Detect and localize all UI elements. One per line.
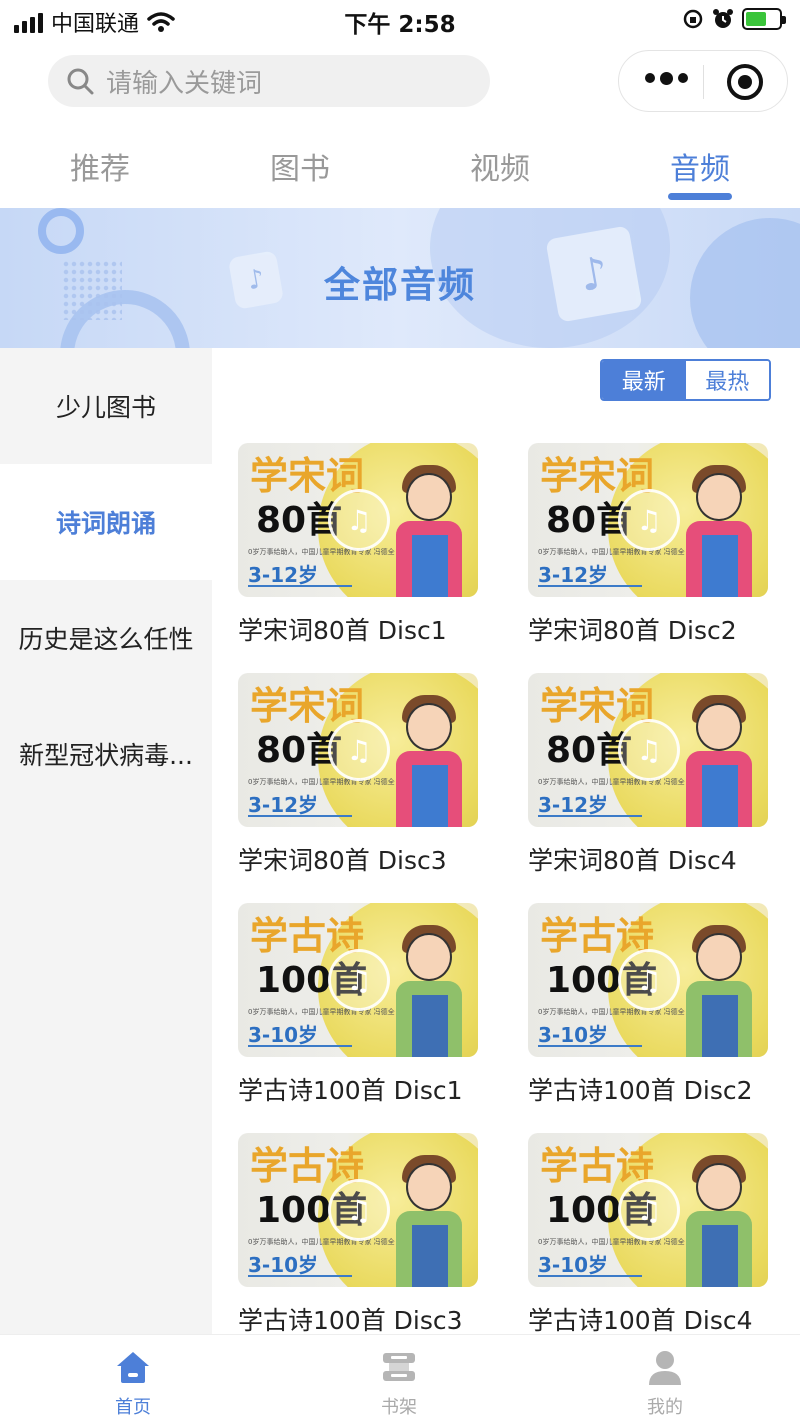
search-placeholder: 请输入关键词 [106,68,263,99]
audio-card[interactable]: 学古诗 100首 0岁万事给助人，中国儿童早期教育专家 冯德全 教授主编 3-10岁 ♫… [528,903,768,1107]
category-sidebar: 少儿图书 诗词朗诵 历史是这么任性 新型冠状病毒... [0,348,212,1334]
cover-illustration [406,473,452,521]
active-tab-indicator [668,193,732,200]
audio-card[interactable]: 学古诗 100首 0岁万事给助人，中国儿童早期教育专家 冯德全 教授主编 3-10岁 ♫… [238,1133,478,1337]
audio-card[interactable]: 学宋词 80首 0岁万事给助人，中国儿童早期教育专家 冯德全 教授主编 3-12岁 ♫ 学… [238,673,478,877]
audio-title[interactable]: 学古诗100首 Disc3 [238,1301,478,1337]
search-input[interactable]: 请输入关键词 [48,55,490,107]
banner-title: 全部音频 [323,265,476,306]
cover-illustration [406,703,452,751]
music-play-icon[interactable]: ♫ [618,489,680,551]
audio-card[interactable]: 学宋词 80首 0岁万事给助人，中国儿童早期教育专家 冯德全 教授主编 3-12岁 ♫ 学… [528,673,768,877]
music-play-icon[interactable]: ♫ [618,1179,680,1241]
cover-age-range: 3-10岁 [538,1253,609,1277]
sidebar-item-poetry-recitation[interactable]: 诗词朗诵 [0,464,212,580]
cover-age-range: 3-12岁 [248,793,319,817]
music-play-icon[interactable]: ♫ [618,719,680,781]
sidebar-item-history[interactable]: 历史是这么任性 [0,580,212,696]
sort-newest-button[interactable]: 最新 [602,361,686,399]
music-play-icon[interactable]: ♫ [618,949,680,1011]
sidebar-item-childrens-books[interactable]: 少儿图书 [0,348,212,464]
audio-card[interactable]: 学古诗 100首 0岁万事给助人，中国儿童早期教育专家 冯德全 教授主编 3-10岁 ♫… [238,903,478,1107]
cover-age-range: 3-12岁 [538,563,609,587]
cover-illustration [696,1163,742,1211]
audio-title[interactable]: 学宋词80首 Disc4 [528,841,768,877]
orientation-lock-icon [683,9,703,29]
tab-recommend[interactable]: 推荐 [0,144,200,188]
audio-cover-image[interactable]: 学古诗 100首 0岁万事给助人，中国儿童早期教育专家 冯德全 教授主编 3-10岁 ♫ [528,903,768,1057]
cover-illustration [406,1163,452,1211]
nav-home[interactable]: 首页 [0,1335,266,1422]
bookshelf-icon [383,1353,415,1381]
cover-age-range: 3-10岁 [538,1023,609,1047]
audio-cover-image[interactable]: 学宋词 80首 0岁万事给助人，中国儿童早期教育专家 冯德全 教授主编 3-12岁 ♫ [238,673,478,827]
sort-hottest-button[interactable]: 最热 [685,361,769,399]
nav-profile-label: 我的 [647,1397,683,1418]
cover-age-range: 3-12岁 [248,563,319,587]
audio-cover-image[interactable]: 学古诗 100首 0岁万事给助人，中国儿童早期教育专家 冯德全 教授主编 3-10岁 ♫ [238,903,478,1057]
battery-icon [742,8,786,30]
audio-card[interactable]: 学古诗 100首 0岁万事给助人，中国儿童早期教育专家 冯德全 教授主编 3-10岁 ♫… [528,1133,768,1337]
status-bar: 中国联通 下午 2:58 [0,0,800,40]
tab-video[interactable]: 视频 [400,144,600,188]
music-play-icon[interactable]: ♫ [328,719,390,781]
tab-audio[interactable]: 音频 [600,144,800,188]
audio-card[interactable]: 学宋词 80首 0岁万事给助人，中国儿童早期教育专家 冯德全 教授主编 3-12岁 ♫ 学… [238,443,478,647]
close-miniprogram-icon[interactable] [727,64,763,100]
audio-cover-image[interactable]: 学宋词 80首 0岁万事给助人，中国儿童早期教育专家 冯德全 教授主编 3-12岁 ♫ [238,443,478,597]
tab-books[interactable]: 图书 [200,144,400,188]
sort-toggle: 最新 最热 [600,359,771,401]
search-icon [67,68,94,95]
category-tabs: 推荐 图书 视频 音频 [0,130,800,206]
cover-illustration [696,933,742,981]
sidebar-item-coronavirus[interactable]: 新型冠状病毒... [0,696,212,812]
audio-title[interactable]: 学宋词80首 Disc1 [238,611,478,647]
cover-illustration [696,703,742,751]
bottom-nav: 首页 书架 我的 [0,1334,800,1422]
cover-illustration [696,473,742,521]
more-icon[interactable] [645,71,688,85]
audio-title[interactable]: 学宋词80首 Disc3 [238,841,478,877]
audio-cover-image[interactable]: 学宋词 80首 0岁万事给助人，中国儿童早期教育专家 冯德全 教授主编 3-12岁 ♫ [528,673,768,827]
nav-bookshelf[interactable]: 书架 [266,1335,532,1422]
audio-cover-image[interactable]: 学古诗 100首 0岁万事给助人，中国儿童早期教育专家 冯德全 教授主编 3-10岁 ♫ [528,1133,768,1287]
music-play-icon[interactable]: ♫ [328,489,390,551]
nav-home-label: 首页 [115,1397,151,1418]
audio-cover-image[interactable]: 学古诗 100首 0岁万事给助人，中国儿童早期教育专家 冯德全 教授主编 3-10岁 ♫ [238,1133,478,1287]
cover-age-range: 3-10岁 [248,1023,319,1047]
cover-illustration [406,933,452,981]
alarm-icon [713,9,733,28]
audio-card[interactable]: 学宋词 80首 0岁万事给助人，中国儿童早期教育专家 冯德全 教授主编 3-12岁 ♫ 学… [528,443,768,647]
audio-banner: ♪ ♪ 全部音频 [0,208,800,348]
nav-profile[interactable]: 我的 [532,1335,798,1422]
audio-title[interactable]: 学古诗100首 Disc1 [238,1071,478,1107]
cover-age-range: 3-10岁 [248,1253,319,1277]
home-icon [117,1352,149,1383]
audio-cover-image[interactable]: 学宋词 80首 0岁万事给助人，中国儿童早期教育专家 冯德全 教授主编 3-12岁 ♫ [528,443,768,597]
nav-bookshelf-label: 书架 [381,1397,417,1418]
audio-title[interactable]: 学古诗100首 Disc4 [528,1301,768,1337]
clock: 下午 2:58 [344,12,456,38]
audio-title[interactable]: 学古诗100首 Disc2 [528,1071,768,1107]
music-play-icon[interactable]: ♫ [328,949,390,1011]
cover-age-range: 3-12岁 [538,793,609,817]
audio-title[interactable]: 学宋词80首 Disc2 [528,611,768,647]
user-icon [649,1351,681,1385]
music-play-icon[interactable]: ♫ [328,1179,390,1241]
miniprogram-capsule [618,50,788,112]
